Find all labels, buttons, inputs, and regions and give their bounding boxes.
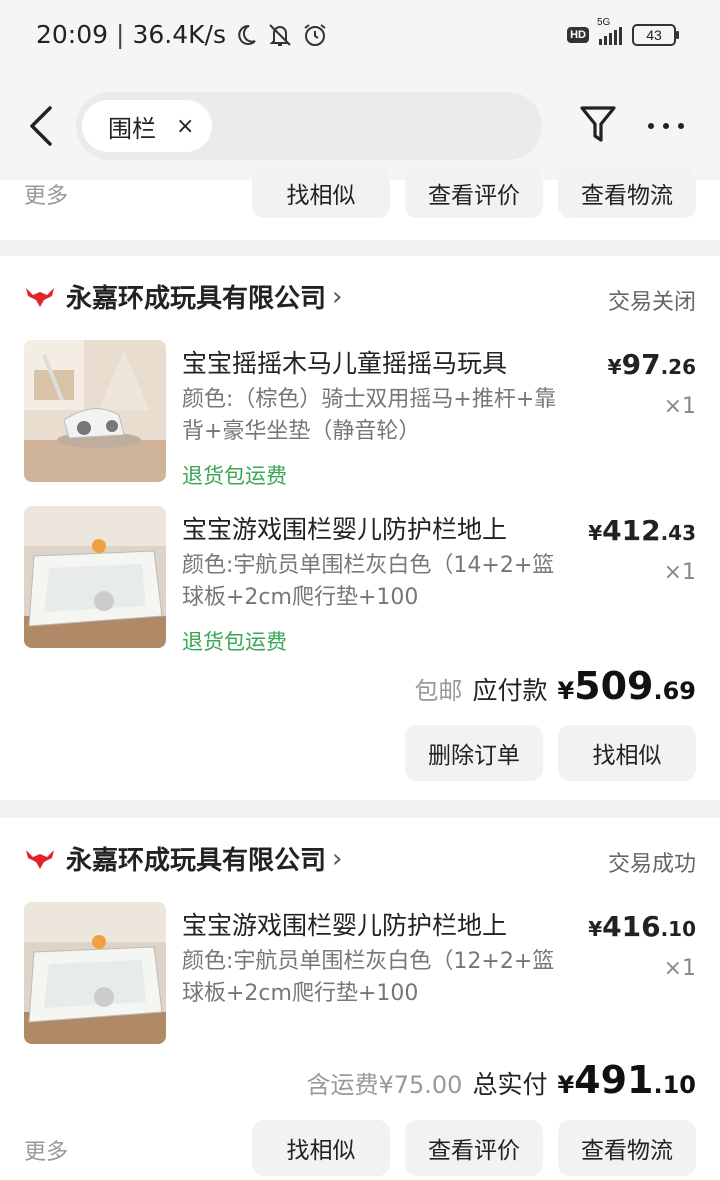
search-chip[interactable]: 围栏 × — [82, 100, 213, 152]
product-quantity: ×1 — [663, 956, 696, 981]
chip-close-icon[interactable]: × — [176, 114, 194, 139]
product-spec: 颜色:宇航员单围栏灰白色（12+2+篮球板+2cm爬行垫+100 — [182, 949, 555, 1006]
product-spec: 颜色:（棕色）骑士双用摇马+推杆+靠背+豪华坐垫（静音轮） — [182, 387, 557, 444]
chevron-right-icon: › — [332, 281, 343, 312]
status-separator: | — [116, 20, 125, 49]
status-right: HD 5G 43 — [567, 17, 679, 46]
view-logistics-button[interactable]: 查看物流 — [558, 168, 696, 218]
return-shipping-badge: 退货包运费 — [182, 464, 287, 488]
back-arrow-icon — [30, 106, 52, 146]
product-quantity: ×1 — [663, 394, 696, 419]
hd-badge: HD — [567, 27, 589, 43]
order-total: 含运费¥75.00 总实付 ¥491.10 — [306, 1058, 696, 1102]
order-status: 交易关闭 — [607, 290, 696, 315]
header: 围栏 × — [0, 78, 720, 180]
moon-icon — [238, 24, 256, 45]
find-similar-button[interactable]: 找相似 — [252, 1120, 390, 1176]
product-title: 宝宝游戏围栏婴儿防护栏地上 — [182, 911, 508, 940]
shipping-note: 包邮 — [414, 677, 463, 705]
product-price: ¥412.43 — [588, 514, 696, 547]
order-card-previous: 更多 找相似 查看评价 查看物流 — [0, 168, 720, 240]
total-amount: ¥491.10 — [557, 1058, 696, 1102]
more-dots-icon — [648, 123, 654, 129]
shipping-note: 含运费¥75.00 — [306, 1071, 463, 1099]
more-options-button[interactable] — [648, 112, 696, 140]
more-link[interactable]: 更多 — [24, 178, 68, 210]
filter-button[interactable] — [578, 102, 618, 148]
search-box[interactable]: 围栏 × — [76, 92, 542, 160]
product-image[interactable] — [24, 340, 166, 482]
view-logistics-button[interactable]: 查看物流 — [558, 1120, 696, 1176]
shop-name: 永嘉环成玩具有限公司 — [66, 284, 327, 314]
view-review-button[interactable]: 查看评价 — [405, 1120, 543, 1176]
total-label: 总实付 — [472, 1070, 548, 1099]
chevron-right-icon: › — [332, 843, 343, 874]
find-similar-button[interactable]: 找相似 — [252, 168, 390, 218]
view-review-button[interactable]: 查看评价 — [405, 168, 543, 218]
order-card: 永嘉环成玩具有限公司 › 交易成功 宝宝游戏围栏婴儿防护栏地上 颜色:宇航员单围… — [0, 818, 720, 1180]
product-title: 宝宝游戏围栏婴儿防护栏地上 — [182, 515, 508, 544]
battery-icon: 43 — [632, 24, 679, 46]
network-type: 5G — [597, 17, 611, 28]
total-amount: ¥509.69 — [557, 664, 696, 708]
status-left: 20:09 | 36.4K/s — [36, 20, 328, 49]
signal-icon: 5G — [597, 17, 622, 45]
shop-link[interactable]: 永嘉环成玩具有限公司 › — [24, 840, 342, 877]
more-link[interactable]: 更多 — [24, 1134, 68, 1166]
order-item[interactable]: 宝宝摇摇木马儿童摇摇马玩具 颜色:（棕色）骑士双用摇马+推杆+靠背+豪华坐垫（静… — [24, 340, 696, 488]
product-title: 宝宝摇摇木马儿童摇摇马玩具 — [182, 349, 508, 378]
status-speed: 36.4K/s — [132, 20, 226, 49]
total-label: 应付款 — [472, 676, 548, 705]
product-image[interactable] — [24, 902, 166, 1044]
product-price: ¥416.10 — [588, 910, 696, 943]
order-item[interactable]: 宝宝游戏围栏婴儿防护栏地上 颜色:宇航员单围栏灰白色（14+2+篮球板+2cm爬… — [24, 506, 696, 654]
order-total: 包邮 应付款 ¥509.69 — [414, 664, 696, 708]
product-price: ¥97.26 — [607, 348, 696, 381]
status-time: 20:09 — [36, 20, 109, 49]
filter-icon — [580, 106, 616, 142]
shop-logo-icon — [26, 849, 54, 869]
delete-order-button[interactable]: 删除订单 — [405, 725, 543, 781]
return-shipping-badge: 退货包运费 — [182, 630, 287, 654]
shop-logo-icon — [26, 287, 54, 307]
product-image[interactable] — [24, 506, 166, 648]
status-bar: 20:09 | 36.4K/s HD 5G 43 — [0, 0, 720, 78]
alarm-icon — [304, 23, 326, 46]
search-chip-label: 围栏 — [108, 114, 156, 143]
back-button[interactable] — [22, 104, 62, 148]
shop-link[interactable]: 永嘉环成玩具有限公司 › — [24, 278, 342, 315]
shop-name: 永嘉环成玩具有限公司 — [66, 846, 327, 876]
order-status: 交易成功 — [607, 852, 696, 877]
product-spec: 颜色:宇航员单围栏灰白色（14+2+篮球板+2cm爬行垫+100 — [182, 553, 555, 610]
product-quantity: ×1 — [663, 560, 696, 585]
bell-muted-icon — [269, 23, 291, 46]
find-similar-button[interactable]: 找相似 — [558, 725, 696, 781]
order-card: 永嘉环成玩具有限公司 › 交易关闭 宝宝摇摇木马儿童摇摇马玩具 颜色:（棕色）骑… — [0, 256, 720, 800]
order-item[interactable]: 宝宝游戏围栏婴儿防护栏地上 颜色:宇航员单围栏灰白色（12+2+篮球板+2cm爬… — [24, 902, 696, 1046]
